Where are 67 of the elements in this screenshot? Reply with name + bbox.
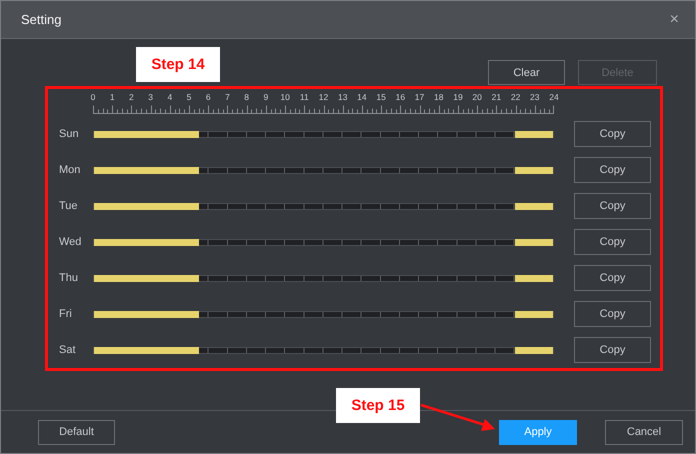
hour-label: 3 — [148, 92, 153, 102]
copy-button[interactable]: Copy — [574, 121, 651, 147]
hour-label: 9 — [264, 92, 268, 102]
close-icon[interactable]: × — [670, 12, 679, 28]
schedule-bar[interactable] — [93, 202, 554, 210]
time-period[interactable] — [514, 202, 553, 210]
schedule-bar[interactable] — [93, 274, 554, 282]
time-period[interactable] — [514, 238, 553, 246]
hour-label: 13 — [338, 92, 348, 102]
day-label: Sun — [58, 128, 80, 140]
time-period[interactable] — [514, 130, 553, 138]
hour-label: 18 — [434, 92, 444, 102]
schedule-bar[interactable] — [93, 166, 554, 174]
hour-label: 16 — [396, 92, 406, 102]
window-title: Setting — [21, 12, 62, 27]
day-label: Tue — [58, 200, 79, 212]
time-period[interactable] — [94, 166, 200, 174]
time-period[interactable] — [514, 346, 553, 354]
time-period[interactable] — [514, 274, 553, 282]
hour-label: 17 — [414, 92, 424, 102]
hour-label: 22 — [510, 92, 520, 102]
time-period[interactable] — [94, 238, 200, 246]
step-callout: Step 14 — [136, 47, 220, 82]
hour-label: 6 — [206, 92, 211, 102]
hour-label: 5 — [186, 92, 192, 102]
hour-label: 19 — [453, 92, 463, 102]
day-label: Sat — [58, 344, 77, 356]
cancel-button[interactable]: Cancel — [605, 420, 683, 444]
day-label: Thu — [58, 272, 79, 284]
hour-label: 12 — [318, 92, 328, 102]
day-label: Mon — [58, 164, 82, 176]
time-period[interactable] — [94, 274, 200, 282]
day-label: Wed — [58, 236, 82, 248]
hour-label: 8 — [244, 92, 250, 102]
hour-label: 2 — [129, 92, 134, 102]
hour-label: 21 — [492, 92, 502, 102]
hour-label: 0 — [90, 92, 96, 102]
schedule-bar[interactable] — [93, 238, 554, 246]
copy-button[interactable]: Copy — [574, 193, 651, 219]
time-period[interactable] — [94, 202, 200, 210]
copy-button[interactable]: Copy — [574, 157, 651, 183]
step-callout: Step 15 — [336, 388, 420, 423]
hour-label: 24 — [549, 92, 559, 102]
time-period[interactable] — [94, 346, 200, 354]
time-period[interactable] — [94, 130, 200, 138]
hour-label: 1 — [110, 92, 115, 102]
time-period[interactable] — [94, 310, 200, 318]
default-button[interactable]: Default — [38, 420, 115, 444]
hour-label: 10 — [280, 92, 290, 102]
time-period[interactable] — [514, 310, 553, 318]
schedule-bar[interactable] — [93, 130, 554, 138]
hour-label: 4 — [167, 92, 172, 102]
hour-label: 7 — [225, 92, 230, 102]
copy-button[interactable]: Copy — [574, 301, 651, 327]
copy-button[interactable]: Copy — [574, 337, 651, 363]
copy-button[interactable]: Copy — [574, 265, 651, 291]
hour-label: 14 — [357, 92, 367, 102]
hour-label: 23 — [530, 92, 540, 102]
clear-button[interactable]: Clear — [488, 60, 565, 85]
schedule-bar[interactable] — [93, 310, 554, 318]
copy-button[interactable]: Copy — [574, 229, 651, 255]
schedule-bar[interactable] — [93, 346, 554, 354]
hour-label: 15 — [376, 92, 386, 102]
hour-label: 20 — [472, 92, 482, 102]
day-label: Fri — [58, 308, 73, 320]
time-period[interactable] — [514, 166, 553, 174]
hour-label: 11 — [300, 92, 309, 102]
